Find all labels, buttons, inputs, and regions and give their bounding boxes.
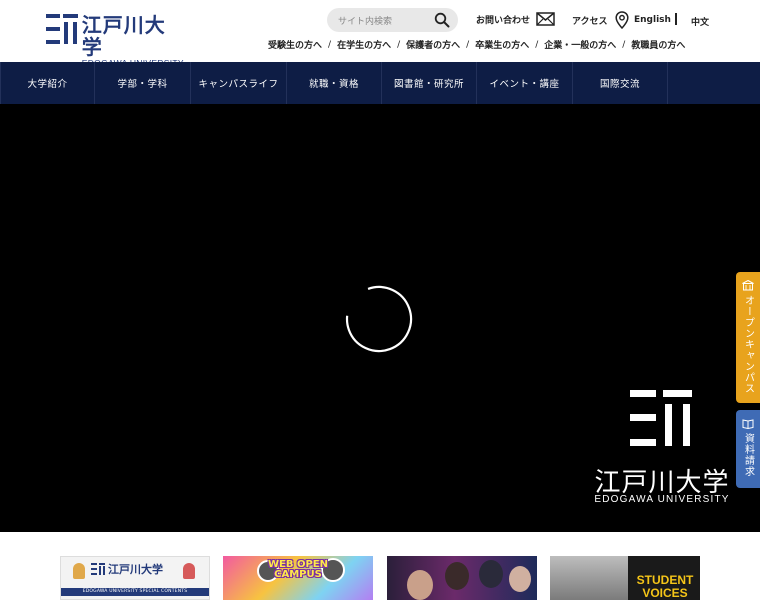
banner-logo-mark-icon (91, 563, 105, 575)
audience-link-parents[interactable]: 保護者の方へ (406, 38, 460, 51)
request-documents-label: 資料請求 (742, 433, 754, 477)
audience-separator: / (622, 39, 626, 50)
banner-logo: 江戸川大学 (91, 561, 163, 577)
hero-logo-mark-icon (630, 390, 692, 450)
nav-item-faculties[interactable]: 学部・学科 (95, 62, 191, 104)
hero-logo-english: EDOGAWA UNIVERSITY (594, 494, 730, 505)
nav-item-international[interactable]: 国際交流 (573, 62, 668, 104)
student-photo (509, 566, 531, 592)
nav-item-library[interactable]: 図書館・研究所 (382, 62, 477, 104)
student-voices-banner[interactable]: STUDENT VOICES (550, 556, 700, 600)
contact-label: お問い合わせ (476, 15, 531, 26)
audience-nav: 受験生の方へ / 在学生の方へ / 保護者の方へ / 卒業生の方へ / 企業・一… (268, 38, 685, 52)
web-open-campus-banner[interactable]: WEB OPEN CAMPUS (223, 556, 373, 600)
audience-separator: / (535, 39, 539, 50)
search-input[interactable]: サイト内検索 (338, 14, 434, 27)
nav-item-campus-life[interactable]: キャンパスライフ (191, 62, 287, 104)
character-illustration-icon (73, 563, 85, 579)
contact-link[interactable]: お問い合わせ (476, 12, 555, 26)
loading-spinner-icon (345, 285, 413, 353)
open-campus-label: オープンキャンパス (742, 295, 754, 394)
search-icon[interactable] (434, 12, 450, 28)
student-voices-title: STUDENT VOICES (636, 573, 694, 600)
hero-video[interactable]: 江戸川大学 EDOGAWA UNIVERSITY (0, 104, 760, 532)
language-english-link[interactable]: English (634, 15, 671, 25)
access-label: アクセス (572, 16, 608, 27)
student-photo (479, 560, 503, 588)
school-building-icon (742, 280, 754, 291)
hero-university-logo: 江戸川大学 EDOGAWA UNIVERSITY (592, 390, 732, 508)
nav-item-careers[interactable]: 就職・資格 (287, 62, 382, 104)
nav-item-about[interactable]: 大学紹介 (0, 62, 95, 104)
audience-link-staff[interactable]: 教職員の方へ (631, 38, 685, 51)
site-header: 江戸川大学 EDOGAWA UNIVERSITY サイト内検索 お問い合わせ ア… (0, 0, 760, 68)
request-documents-side-tab[interactable]: 資料請求 (736, 410, 760, 488)
global-nav: 大学紹介 学部・学科 キャンパスライフ 就職・資格 図書館・研究所 イベント・講… (0, 62, 760, 104)
student-photo (407, 570, 433, 600)
audience-separator: / (328, 39, 332, 50)
audience-link-students[interactable]: 在学生の方へ (337, 38, 391, 51)
map-pin-icon (615, 11, 629, 29)
student-photo (550, 556, 628, 600)
audience-link-alumni[interactable]: 卒業生の方へ (475, 38, 529, 51)
logo-text: 江戸川大学 EDOGAWA UNIVERSITY (82, 14, 186, 68)
audience-link-prospective[interactable]: 受験生の方へ (268, 38, 322, 51)
language-chinese-link[interactable]: 中文 (691, 15, 709, 28)
student-photo (445, 562, 469, 590)
banner-logo-japanese: 江戸川大学 (108, 563, 163, 576)
web-open-campus-title: WEB OPEN CAMPUS (268, 559, 328, 580)
special-contents-banner[interactable]: 江戸川大学 EDOGAWA UNIVERSITY SPECIAL CONTENT… (60, 556, 210, 600)
open-campus-side-tab[interactable]: オープンキャンパス (736, 272, 760, 403)
book-icon (742, 419, 754, 429)
special-contents-strip: EDOGAWA UNIVERSITY SPECIAL CONTENTS (61, 588, 209, 596)
page: 江戸川大学 EDOGAWA UNIVERSITY サイト内検索 お問い合わせ ア… (0, 0, 760, 600)
site-search[interactable]: サイト内検索 (327, 8, 458, 32)
site-logo[interactable]: 江戸川大学 EDOGAWA UNIVERSITY (46, 14, 186, 68)
language-divider (675, 13, 677, 25)
character-illustration-icon (183, 563, 195, 579)
audience-link-companies[interactable]: 企業・一般の方へ (544, 38, 616, 51)
logo-japanese: 江戸川大学 (81, 13, 166, 59)
mail-icon (536, 12, 555, 26)
audience-separator: / (397, 39, 401, 50)
audience-separator: / (466, 39, 470, 50)
nav-item-events[interactable]: イベント・講座 (477, 62, 573, 104)
logo-mark-icon (46, 14, 78, 44)
access-link[interactable]: アクセス (572, 11, 629, 29)
student-photo-banner[interactable] (387, 556, 537, 600)
